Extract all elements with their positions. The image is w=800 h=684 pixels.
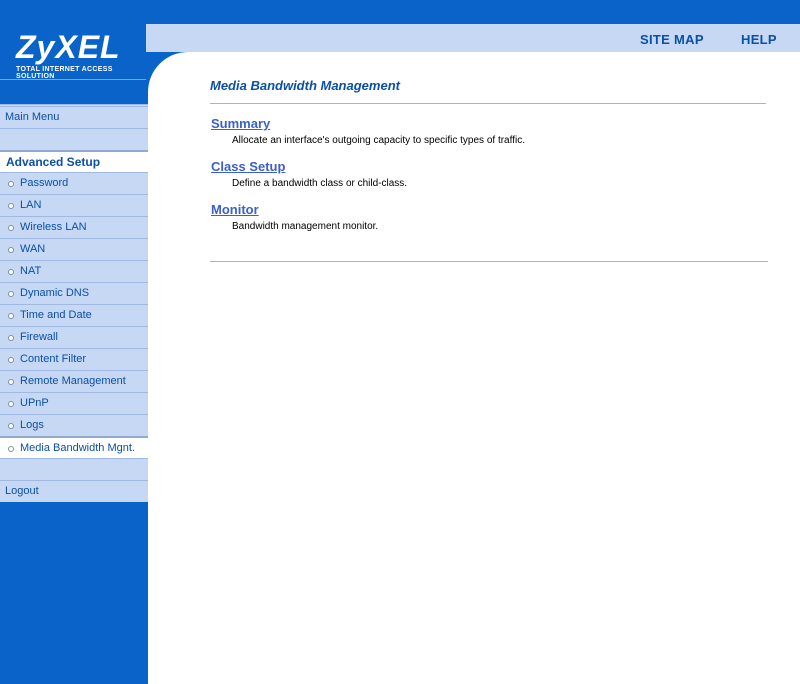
sidebar-section-advanced-setup[interactable]: Advanced Setup: [0, 150, 148, 172]
bullet-icon: [8, 357, 14, 363]
logo-tagline: Total Internet Access Solution: [16, 66, 113, 80]
sidebar-nav: Main Menu Advanced Setup Password LAN Wi…: [0, 80, 148, 684]
sidebar-item-label: Media Bandwidth Mgnt.: [20, 442, 135, 454]
sidebar-item-time-and-date[interactable]: Time and Date: [0, 304, 148, 326]
sidebar-item-label: Password: [20, 177, 69, 189]
sidebar-item-media-bandwidth-mgnt[interactable]: Media Bandwidth Mgnt.: [0, 436, 148, 459]
top-header-bar: SITE MAP HELP: [146, 24, 800, 52]
sidebar-section-label: Advanced Setup: [6, 155, 101, 169]
sidebar-spacer: [0, 128, 148, 150]
bullet-icon: [8, 181, 14, 187]
bullet-icon: [8, 269, 14, 275]
sidebar-item-content-filter[interactable]: Content Filter: [0, 348, 148, 370]
sidebar-item-label: LAN: [20, 199, 42, 211]
sidebar-item-wireless-lan[interactable]: Wireless LAN: [0, 216, 148, 238]
sidebar-item-label: Firewall: [20, 331, 58, 343]
sidebar-item-label: NAT: [20, 265, 42, 277]
sidebar-item-remote-management[interactable]: Remote Management: [0, 370, 148, 392]
bullet-icon: [8, 423, 14, 429]
summary-description: Allocate an interface's outgoing capacit…: [232, 135, 525, 146]
sidebar-item-label: Remote Management: [20, 375, 126, 387]
bullet-icon: [8, 335, 14, 341]
sidebar-item-label: Time and Date: [20, 309, 92, 321]
monitor-link[interactable]: Monitor: [211, 202, 259, 217]
sidebar-item-label: Dynamic DNS: [20, 287, 90, 299]
bullet-icon: [8, 379, 14, 385]
bullet-icon: [8, 291, 14, 297]
site-map-link[interactable]: SITE MAP: [640, 32, 704, 47]
class-setup-description: Define a bandwidth class or child-class.: [232, 178, 408, 189]
divider: [210, 103, 766, 104]
monitor-description: Bandwidth management monitor.: [232, 221, 379, 232]
divider: [210, 261, 768, 262]
bullet-icon: [8, 225, 14, 231]
bullet-icon: [8, 203, 14, 209]
sidebar-item-label: UPnP: [20, 397, 49, 409]
help-link[interactable]: HELP: [741, 32, 777, 47]
sidebar-item-label: WAN: [20, 243, 46, 255]
zyxel-logo: ZyXEL Total Internet Access Solution: [0, 24, 146, 81]
sidebar-item-logs[interactable]: Logs: [0, 414, 148, 436]
bullet-icon: [8, 313, 14, 319]
sidebar-item-label: Logout: [5, 485, 39, 497]
logo-wordmark: ZyXEL: [16, 29, 121, 65]
sidebar-item-password[interactable]: Password: [0, 172, 148, 194]
sidebar-item-lan[interactable]: LAN: [0, 194, 148, 216]
sidebar-spacer: [0, 458, 148, 480]
sidebar-item-label: Content Filter: [20, 353, 87, 365]
sidebar-item-label: Wireless LAN: [20, 221, 87, 233]
bullet-icon: [8, 446, 14, 452]
sidebar-item-upnp[interactable]: UPnP: [0, 392, 148, 414]
sidebar-item-wan[interactable]: WAN: [0, 238, 148, 260]
page-title: Media Bandwidth Management: [210, 78, 400, 93]
bullet-icon: [8, 401, 14, 407]
main-content: Media Bandwidth Management Summary Alloc…: [148, 52, 800, 684]
sidebar-item-logout[interactable]: Logout: [0, 480, 148, 502]
sidebar-item-dynamic-dns[interactable]: Dynamic DNS: [0, 282, 148, 304]
bullet-icon: [8, 247, 14, 253]
sidebar-item-label: Main Menu: [5, 111, 60, 123]
sidebar-item-label: Logs: [20, 419, 44, 431]
sidebar-item-main-menu[interactable]: Main Menu: [0, 106, 148, 128]
sidebar-item-nat[interactable]: NAT: [0, 260, 148, 282]
sidebar-item-firewall[interactable]: Firewall: [0, 326, 148, 348]
class-setup-link[interactable]: Class Setup: [211, 159, 285, 174]
summary-link[interactable]: Summary: [211, 116, 270, 131]
